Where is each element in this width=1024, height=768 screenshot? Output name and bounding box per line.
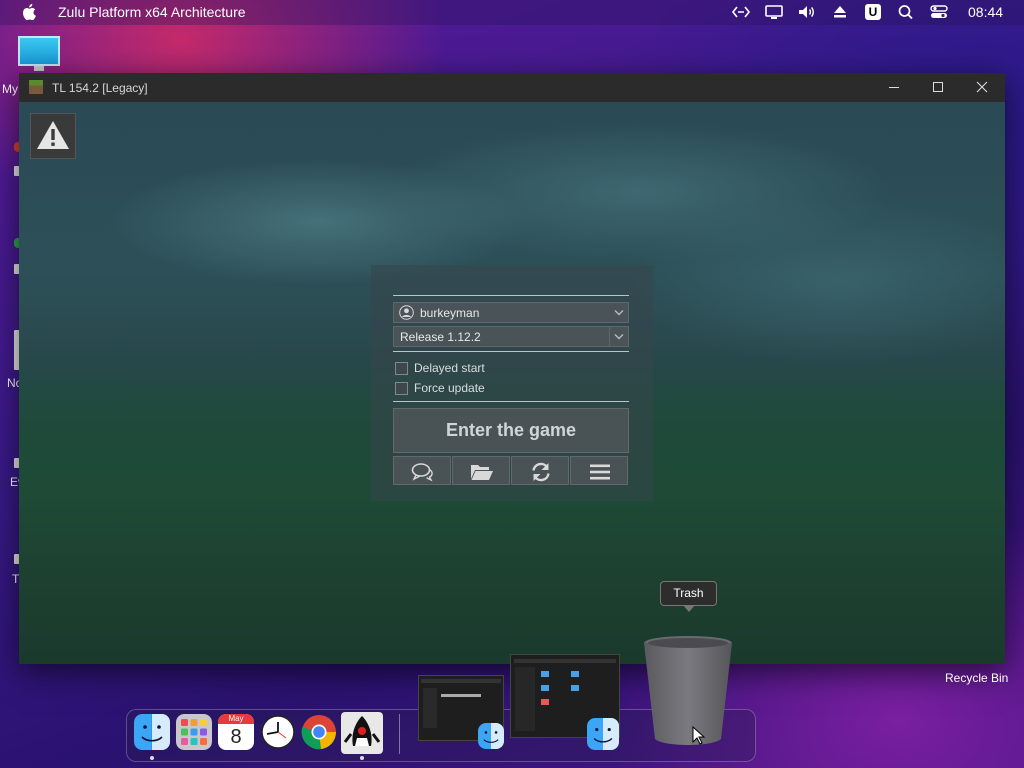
- version-select[interactable]: Release 1.12.2: [393, 326, 629, 347]
- thumb-bar: [421, 679, 501, 683]
- recycle-bin-label[interactable]: Recycle Bin: [945, 671, 1008, 685]
- chevron-down-icon[interactable]: [610, 303, 628, 322]
- launcher-window: TL 154.2 [Legacy] burkeyman Release 1.12…: [19, 73, 1005, 664]
- code-icon[interactable]: [731, 3, 751, 21]
- app-icon: [29, 80, 43, 94]
- eject-icon[interactable]: [830, 3, 850, 21]
- divider: [393, 351, 629, 352]
- checkbox-box[interactable]: [395, 382, 408, 395]
- tooltip-tail: [683, 605, 695, 612]
- delayed-start-label: Delayed start: [414, 361, 485, 375]
- calendar-day: 8: [230, 726, 242, 748]
- my-computer-icon[interactable]: [18, 36, 60, 66]
- menu-icon: [590, 464, 610, 480]
- chat-icon: [411, 463, 433, 482]
- maximize-button[interactable]: [916, 73, 960, 102]
- menu-bar: Zulu Platform x64 Architecture U 08:44: [0, 0, 1024, 25]
- u-badge-icon[interactable]: U: [865, 4, 881, 20]
- finder-small-icon[interactable]: [587, 718, 619, 750]
- running-indicator: [360, 756, 364, 760]
- thumb-folder: [541, 671, 549, 677]
- user-icon: [399, 305, 414, 320]
- thumb-folder: [571, 685, 579, 691]
- launcher-background: burkeyman Release 1.12.2 Delayed start F…: [19, 102, 1005, 664]
- clock-icon[interactable]: [260, 714, 296, 750]
- thumb-bar: [514, 659, 616, 663]
- trash-icon[interactable]: [643, 635, 733, 747]
- thumb-file: [541, 699, 549, 705]
- thumb-line: [441, 694, 481, 697]
- force-update-label: Force update: [414, 381, 485, 395]
- login-panel: burkeyman Release 1.12.2 Delayed start F…: [371, 265, 653, 501]
- finder-small-icon[interactable]: [478, 723, 504, 749]
- finder-icon[interactable]: [134, 714, 170, 750]
- duke-mascot-icon: [343, 716, 381, 746]
- minimize-button[interactable]: [872, 73, 916, 102]
- account-select[interactable]: burkeyman: [393, 302, 629, 323]
- java-icon[interactable]: [341, 712, 383, 754]
- thumb-folder: [541, 685, 549, 691]
- monitor-stand: [34, 66, 44, 71]
- checkbox-box[interactable]: [395, 362, 408, 375]
- menubar-clock[interactable]: 08:44: [968, 4, 1003, 20]
- launchpad-icon[interactable]: [176, 714, 212, 750]
- volume-icon[interactable]: [797, 3, 817, 21]
- desktop-label-my[interactable]: My: [2, 82, 18, 96]
- warning-button[interactable]: [30, 113, 76, 159]
- control-center-icon[interactable]: [929, 3, 949, 21]
- window-titlebar[interactable]: TL 154.2 [Legacy]: [19, 73, 1005, 102]
- trash-tooltip: Trash: [660, 581, 717, 606]
- refresh-button[interactable]: [511, 456, 569, 485]
- account-name: burkeyman: [420, 306, 480, 320]
- thumb-sidebar: [423, 688, 437, 728]
- chat-button[interactable]: [393, 456, 451, 485]
- dock-separator: [399, 714, 400, 754]
- folder-button[interactable]: [452, 456, 510, 485]
- enter-game-button[interactable]: Enter the game: [393, 408, 629, 453]
- calendar-month: May: [218, 714, 254, 724]
- warning-icon: [37, 121, 69, 149]
- mouse-cursor-icon: [692, 726, 706, 745]
- refresh-icon: [532, 462, 550, 482]
- version-name: Release 1.12.2: [400, 330, 481, 344]
- chrome-icon[interactable]: [301, 714, 337, 750]
- chevron-down-icon[interactable]: [609, 327, 628, 346]
- thumb-folder: [571, 671, 579, 677]
- divider: [393, 295, 629, 296]
- menu-button[interactable]: [570, 456, 628, 485]
- divider: [393, 401, 629, 402]
- display-icon[interactable]: [764, 3, 784, 21]
- window-title: TL 154.2 [Legacy]: [52, 81, 148, 95]
- running-indicator: [150, 756, 154, 760]
- search-icon[interactable]: [896, 3, 916, 21]
- calendar-icon[interactable]: May 8: [218, 714, 254, 750]
- active-app-title[interactable]: Zulu Platform x64 Architecture: [58, 4, 246, 20]
- close-button[interactable]: [960, 73, 1004, 102]
- folder-icon: [471, 465, 493, 480]
- apple-logo-icon[interactable]: [22, 3, 36, 21]
- thumb-sidebar: [515, 667, 535, 731]
